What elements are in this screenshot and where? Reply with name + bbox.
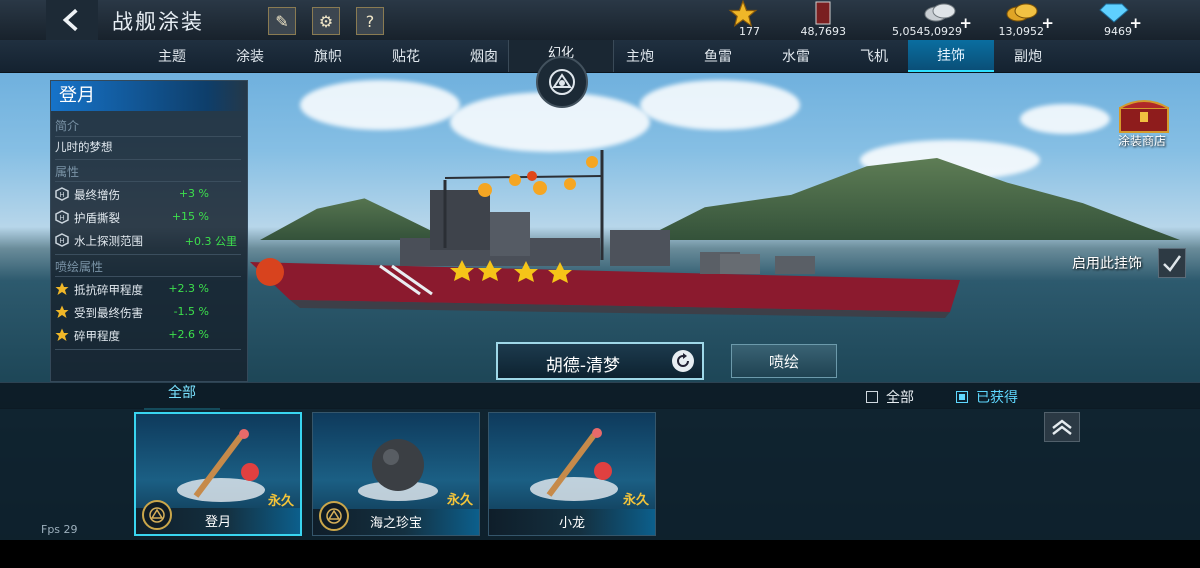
diamond-icon (1099, 3, 1129, 23)
top-bar: 战舰涂装 ✎ ⚙ ? 177 48,7693 5,0545,0929 + 13,… (0, 0, 1200, 41)
cloud (640, 80, 800, 130)
filter-all[interactable]: 全部 (866, 387, 914, 407)
skin-name-selector[interactable]: 胡德-清梦 (496, 342, 704, 380)
back-button[interactable] (46, 0, 98, 40)
checkbox-checked-icon (956, 391, 968, 403)
add-diamonds-icon[interactable]: + (1129, 14, 1142, 32)
transform-emblem-icon (549, 69, 575, 95)
attributes-heading: 属性 (55, 165, 80, 179)
little-dragon-ornament-image (530, 428, 618, 501)
enable-ornament-checkbox[interactable] (1158, 248, 1186, 278)
skin-name: 胡德-清梦 (545, 356, 621, 376)
divider (55, 159, 241, 160)
divider (55, 349, 241, 350)
tab-flag[interactable]: 旗帜 (290, 40, 366, 72)
fps-counter: Fps 29 (41, 523, 78, 536)
duration-label: 永久 (267, 494, 294, 509)
tab-aircraft[interactable]: 飞机 (836, 40, 912, 72)
duration-label: 永久 (622, 493, 649, 508)
paint-attribute-row: 抵抗碎甲程度 +2.3 % (55, 279, 241, 301)
double-chevron-up-icon (1052, 419, 1072, 435)
svg-text:H: H (59, 237, 64, 245)
divider (55, 181, 241, 182)
duration-label: 永久 (446, 493, 473, 508)
attribute-row: H 最终增伤 +3 % (55, 184, 241, 206)
divider (55, 254, 241, 255)
add-gold-icon[interactable]: + (1041, 14, 1054, 32)
sea-treasure-ornament-image (358, 439, 438, 501)
checkbox-icon (866, 391, 878, 403)
gold-coins-icon (1006, 3, 1038, 22)
collapse-button[interactable] (1044, 412, 1080, 442)
cloud (300, 80, 460, 130)
intro-heading: 简介 (55, 119, 80, 133)
tab-all-items[interactable]: 全部 (134, 382, 230, 410)
page-title: 战舰涂装 (112, 10, 204, 34)
enable-ornament-label: 启用此挂饰 (1072, 256, 1142, 272)
resource-fuel: 48,7693 (796, 0, 846, 40)
ornament-card-moon-landing[interactable]: 永久 登月 (134, 412, 302, 536)
tab-theme[interactable]: 主题 (134, 40, 210, 72)
tab-secondary-gun[interactable]: 副炮 (990, 40, 1066, 72)
star-icon (55, 328, 69, 341)
attribute-row: H 护盾撕裂 +15 % (55, 207, 241, 229)
resource-silver[interactable]: 5,0545,0929 + (886, 0, 972, 40)
resource-gold[interactable]: 13,0952 + (996, 0, 1054, 40)
intro-text: 儿时的梦想 (55, 140, 113, 154)
silver-coins-icon (924, 3, 956, 22)
transform-emblem-icon (142, 500, 172, 530)
tab-paint[interactable]: 涂装 (212, 40, 288, 72)
shield-icon: H (55, 187, 69, 201)
brush-icon: ✎ (275, 11, 289, 31)
paint-attributes-heading: 喷绘属性 (55, 260, 104, 274)
cloud (1020, 104, 1110, 134)
brush-button[interactable]: ✎ (268, 7, 296, 35)
shield-icon: H (55, 233, 69, 247)
star-icon (728, 0, 758, 28)
resource-stars: 177 (726, 0, 760, 40)
shield-icon: H (55, 210, 69, 224)
settings-button[interactable]: ⚙ (312, 7, 340, 35)
transform-emblem-button[interactable] (536, 56, 588, 108)
battleship-model (250, 150, 960, 318)
paint-button[interactable]: 喷绘 (731, 344, 837, 378)
refresh-icon[interactable] (672, 350, 694, 372)
ornament-info-panel: 登月 简介 儿时的梦想 属性 H 最终增伤 +3 % H 护盾撕裂 +15 % … (50, 80, 248, 382)
transform-emblem-icon (319, 501, 349, 531)
svg-text:H: H (59, 214, 64, 222)
ornament-card-sea-treasure[interactable]: 永久 海之珍宝 (312, 412, 480, 536)
tab-mine[interactable]: 水雷 (758, 40, 834, 72)
game-scene: 战舰涂装 ✎ ⚙ ? 177 48,7693 5,0545,0929 + 13,… (0, 0, 1200, 540)
fuel-barrel-icon (815, 1, 831, 25)
paint-attribute-row: 碎甲程度 +2.6 % (55, 325, 241, 347)
add-silver-icon[interactable]: + (959, 14, 972, 32)
treasure-chest-icon (1119, 100, 1169, 133)
back-arrow-icon (62, 8, 78, 32)
ornament-card-little-dragon[interactable]: 永久 小龙 (488, 412, 656, 536)
filter-owned[interactable]: 已获得 (956, 387, 1018, 407)
gear-icon: ⚙ (318, 11, 334, 31)
divider (55, 136, 241, 137)
moon-rocket-ornament-image (177, 429, 265, 502)
tab-torpedo[interactable]: 鱼雷 (680, 40, 756, 72)
divider (55, 276, 241, 277)
help-icon: ? (365, 11, 375, 31)
check-icon (1163, 255, 1182, 272)
ornament-name: 登月 (51, 81, 247, 111)
help-button[interactable]: ? (356, 7, 384, 35)
resource-diamonds[interactable]: 9469 + (1096, 0, 1142, 40)
star-icon (55, 282, 69, 295)
paint-attribute-row: 受到最终伤害 -1.5 % (55, 302, 241, 324)
paint-shop-button[interactable]: 涂装商店 (1106, 98, 1178, 154)
attribute-row: H 水上探测范围 +0.3 公里 (55, 230, 241, 252)
tab-decal[interactable]: 贴花 (368, 40, 444, 72)
svg-text:H: H (59, 191, 64, 199)
star-icon (55, 305, 69, 318)
tab-ornament[interactable]: 挂饰 (908, 40, 994, 72)
card-name: 小龙 (558, 516, 585, 531)
